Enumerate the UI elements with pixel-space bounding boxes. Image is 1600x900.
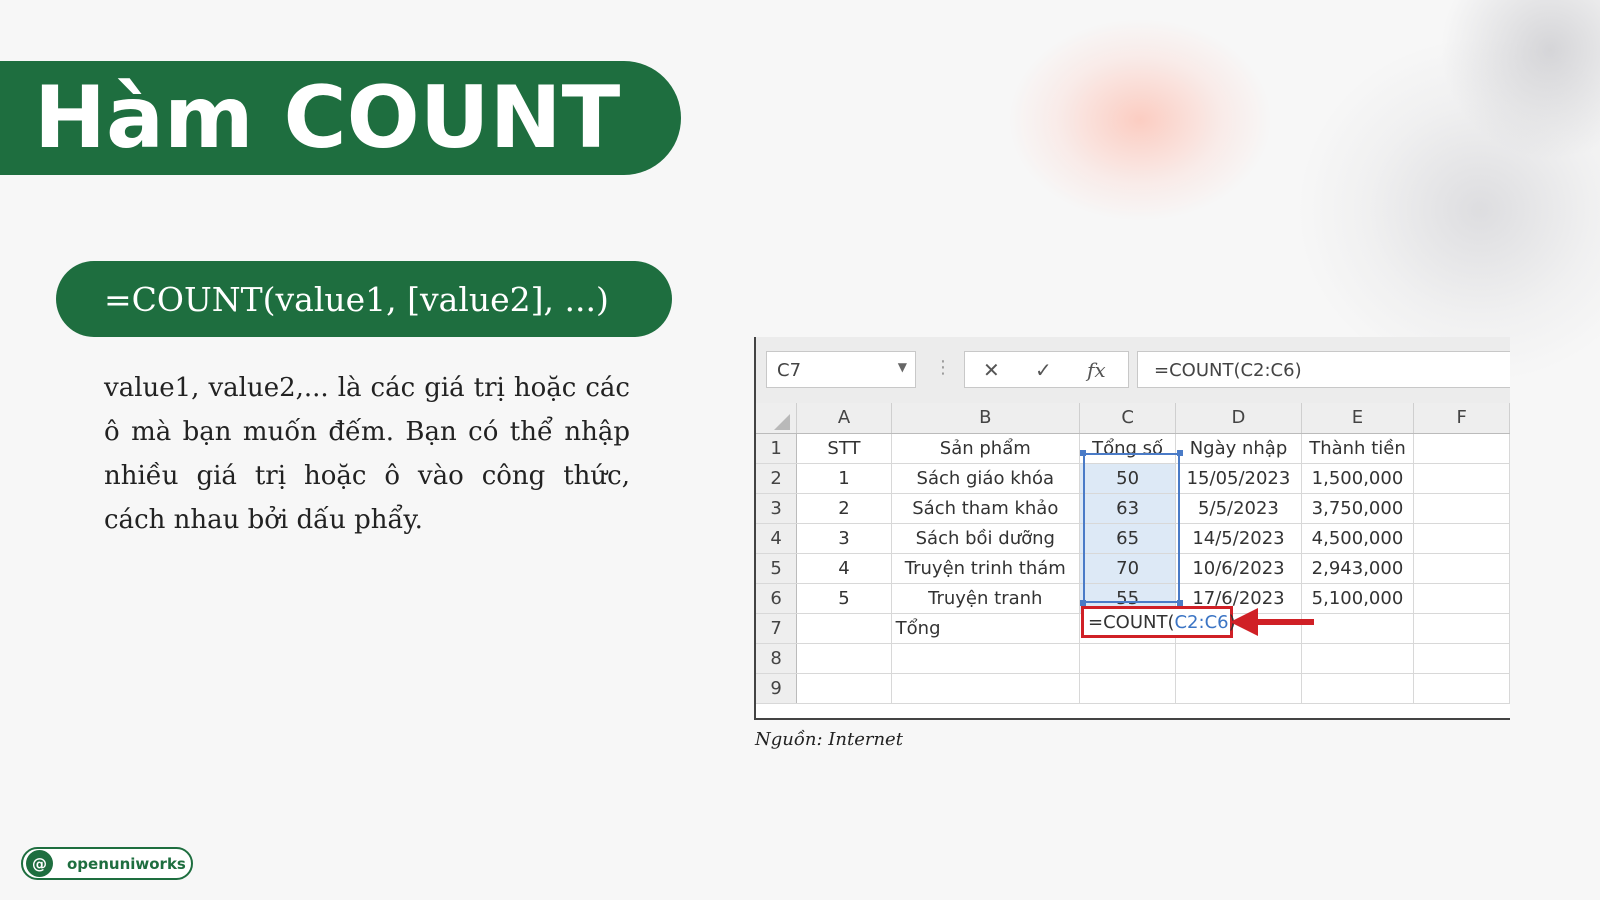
cell-c2[interactable]: 50 bbox=[1079, 463, 1177, 494]
row-header-6[interactable]: 6 bbox=[756, 583, 798, 614]
cell-a5[interactable]: 4 bbox=[796, 553, 892, 584]
cell-a3[interactable]: 2 bbox=[796, 493, 892, 524]
brand-badge[interactable]: @ openuniworks bbox=[21, 847, 193, 880]
drag-handle-icon[interactable]: ⋮ bbox=[934, 357, 952, 378]
name-box[interactable]: C7 ▼ bbox=[766, 351, 916, 388]
cell-d5[interactable]: 10/6/2023 bbox=[1175, 553, 1302, 584]
cell-a4[interactable]: 3 bbox=[796, 523, 892, 554]
cell-b1[interactable]: Sản phẩm bbox=[891, 433, 1080, 464]
cell-e1[interactable]: Thành tiền bbox=[1301, 433, 1415, 464]
column-header-b[interactable]: B bbox=[891, 403, 1080, 434]
cancel-icon[interactable]: ✕ bbox=[983, 358, 1000, 382]
cell-b6[interactable]: Truyện tranh bbox=[891, 583, 1080, 614]
cell-c9[interactable] bbox=[1079, 673, 1177, 704]
excel-screenshot: C7 ▼ ⋮ ✕ ✓ fx =COUNT(C2:C6) A B C D E F 1 STT Sả… bbox=[754, 337, 1510, 720]
cell-e9[interactable] bbox=[1301, 673, 1415, 704]
row-header-3[interactable]: 3 bbox=[756, 493, 798, 524]
formula-prefix: =COUNT( bbox=[1088, 612, 1175, 633]
cell-d3[interactable]: 5/5/2023 bbox=[1175, 493, 1302, 524]
cell-e3[interactable]: 3,750,000 bbox=[1301, 493, 1415, 524]
page-title: Hàm COUNT bbox=[34, 68, 621, 168]
row-header-8[interactable]: 8 bbox=[756, 643, 798, 674]
formula-buttons: ✕ ✓ fx bbox=[964, 351, 1129, 388]
column-header-d[interactable]: D bbox=[1175, 403, 1302, 434]
cell-a2[interactable]: 1 bbox=[796, 463, 892, 494]
cell-b7[interactable]: Tổng bbox=[891, 613, 1080, 644]
cell-a6[interactable]: 5 bbox=[796, 583, 892, 614]
cell-f4[interactable] bbox=[1413, 523, 1510, 554]
name-box-value: C7 bbox=[777, 360, 802, 381]
cell-c3[interactable]: 63 bbox=[1079, 493, 1177, 524]
row-header-2[interactable]: 2 bbox=[756, 463, 798, 494]
spreadsheet-grid: A B C D E F 1 STT Sản phẩm Tổng số Ngày nhập Thành … bbox=[756, 403, 1510, 704]
selection-handle[interactable] bbox=[1080, 450, 1086, 456]
cell-f2[interactable] bbox=[1413, 463, 1510, 494]
cell-f8[interactable] bbox=[1413, 643, 1510, 674]
selection-handle[interactable] bbox=[1177, 450, 1183, 456]
row-header-1[interactable]: 1 bbox=[756, 433, 798, 464]
cell-c8[interactable] bbox=[1079, 643, 1177, 674]
cell-f6[interactable] bbox=[1413, 583, 1510, 614]
cell-a7[interactable] bbox=[796, 613, 892, 644]
background-blob-gray-corner bbox=[1440, 0, 1600, 160]
cell-e4[interactable]: 4,500,000 bbox=[1301, 523, 1415, 554]
cell-a1[interactable]: STT bbox=[796, 433, 892, 464]
cell-b9[interactable] bbox=[891, 673, 1080, 704]
cell-f3[interactable] bbox=[1413, 493, 1510, 524]
select-all-corner[interactable] bbox=[756, 403, 798, 434]
description-text: value1, value2,... là các giá trị hoặc c… bbox=[104, 373, 630, 535]
cell-b8[interactable] bbox=[891, 643, 1080, 674]
cell-e2[interactable]: 1,500,000 bbox=[1301, 463, 1415, 494]
cell-c1[interactable]: Tổng số bbox=[1079, 433, 1177, 464]
column-header-e[interactable]: E bbox=[1301, 403, 1415, 434]
cell-c5[interactable]: 70 bbox=[1079, 553, 1177, 584]
cell-f1[interactable] bbox=[1413, 433, 1510, 464]
brand-name: openuniworks bbox=[67, 854, 186, 873]
cell-d1[interactable]: Ngày nhập bbox=[1175, 433, 1302, 464]
formula-input[interactable]: =COUNT(C2:C6) bbox=[1137, 351, 1510, 388]
cell-a9[interactable] bbox=[796, 673, 892, 704]
cell-b3[interactable]: Sách tham khảo bbox=[891, 493, 1080, 524]
formula-reference: C2:C6 bbox=[1174, 612, 1229, 633]
syntax-text: =COUNT(value1, [value2], ...) bbox=[104, 279, 609, 319]
syntax-banner: =COUNT(value1, [value2], ...) bbox=[56, 261, 672, 337]
column-header-c[interactable]: C bbox=[1079, 403, 1177, 434]
background-blob-red bbox=[1010, 20, 1270, 220]
cell-b4[interactable]: Sách bồi dưỡng bbox=[891, 523, 1080, 554]
cell-d4[interactable]: 14/5/2023 bbox=[1175, 523, 1302, 554]
cell-f5[interactable] bbox=[1413, 553, 1510, 584]
red-arrow-icon bbox=[1230, 608, 1314, 636]
title-banner: Hàm COUNT bbox=[0, 61, 681, 175]
at-icon: @ bbox=[26, 850, 53, 877]
background-blob-gray bbox=[1300, 40, 1600, 380]
cell-b2[interactable]: Sách giáo khóa bbox=[891, 463, 1080, 494]
row-header-5[interactable]: 5 bbox=[756, 553, 798, 584]
column-header-f[interactable]: F bbox=[1413, 403, 1510, 434]
check-icon[interactable]: ✓ bbox=[1035, 358, 1052, 382]
cell-d8[interactable] bbox=[1175, 643, 1302, 674]
cell-c4[interactable]: 65 bbox=[1079, 523, 1177, 554]
dropdown-arrow-icon[interactable]: ▼ bbox=[898, 360, 907, 374]
row-header-9[interactable]: 9 bbox=[756, 673, 798, 704]
cell-f9[interactable] bbox=[1413, 673, 1510, 704]
formula-bar: C7 ▼ ⋮ ✕ ✓ fx =COUNT(C2:C6) bbox=[756, 337, 1510, 403]
row-header-7[interactable]: 7 bbox=[756, 613, 798, 644]
insert-function-icon[interactable]: fx bbox=[1087, 358, 1106, 382]
cell-f7[interactable] bbox=[1413, 613, 1510, 644]
active-cell-c7[interactable]: =COUNT(C2:C6) bbox=[1081, 606, 1236, 638]
cell-e6[interactable]: 5,100,000 bbox=[1301, 583, 1415, 614]
cell-b5[interactable]: Truyện trinh thám bbox=[891, 553, 1080, 584]
cell-d2[interactable]: 15/05/2023 bbox=[1175, 463, 1302, 494]
cell-e8[interactable] bbox=[1301, 643, 1415, 674]
row-header-4[interactable]: 4 bbox=[756, 523, 798, 554]
cell-e7[interactable] bbox=[1301, 613, 1415, 644]
image-caption: Nguồn: Internet bbox=[755, 729, 903, 750]
column-header-a[interactable]: A bbox=[796, 403, 892, 434]
cell-a8[interactable] bbox=[796, 643, 892, 674]
cell-d9[interactable] bbox=[1175, 673, 1302, 704]
cell-e5[interactable]: 2,943,000 bbox=[1301, 553, 1415, 584]
